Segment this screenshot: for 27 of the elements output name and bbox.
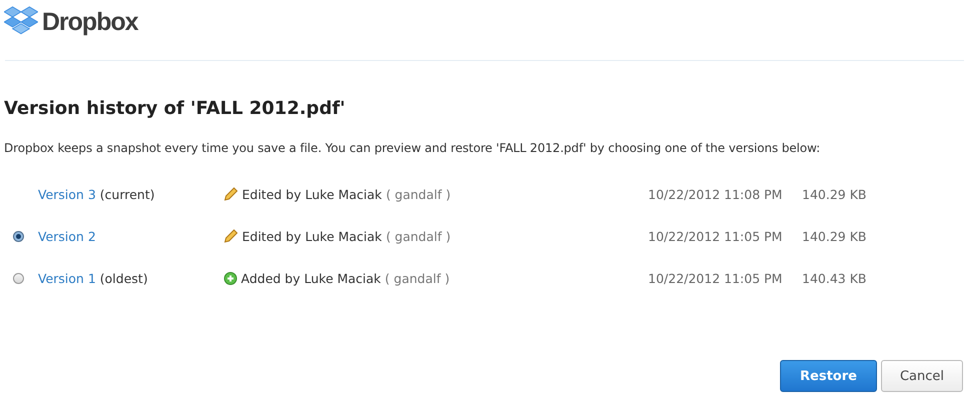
restore-button[interactable]: Restore bbox=[780, 360, 877, 392]
plus-icon bbox=[224, 272, 237, 284]
radio-button[interactable] bbox=[12, 272, 24, 284]
username: ( gandalf ) bbox=[386, 186, 451, 202]
logo-text: Dropbox bbox=[42, 8, 138, 36]
page-title: Version history of 'FALL 2012.pdf' bbox=[4, 98, 346, 119]
version-date: 10/22/2012 11:08 PM bbox=[648, 186, 782, 202]
pencil-icon bbox=[224, 229, 238, 243]
file-size: 140.43 KB bbox=[802, 270, 866, 286]
version-link[interactable]: Version 3 bbox=[38, 186, 96, 202]
editor-text: Added by Luke Maciak bbox=[241, 270, 381, 286]
radio-button[interactable] bbox=[12, 230, 24, 242]
username: ( gandalf ) bbox=[384, 270, 450, 286]
version-note: (oldest) bbox=[100, 270, 148, 286]
version-link[interactable]: Version 1 bbox=[38, 270, 96, 286]
version-date: 10/22/2012 11:05 PM bbox=[648, 228, 782, 244]
username: ( gandalf ) bbox=[386, 228, 451, 244]
version-note: (current) bbox=[100, 186, 155, 202]
file-size: 140.29 KB bbox=[802, 228, 866, 244]
file-size: 140.29 KB bbox=[802, 186, 866, 202]
pencil-icon bbox=[224, 187, 238, 201]
description: Dropbox keeps a snapshot every time you save a file. You can preview and restore 'FALL 2012.pdf' by choosing one of the versions below: bbox=[4, 141, 822, 155]
editor-text: Edited by Luke Maciak bbox=[242, 186, 382, 202]
cancel-button[interactable]: Cancel bbox=[880, 360, 963, 392]
version-link[interactable]: Version 2 bbox=[38, 228, 96, 244]
version-date: 10/22/2012 11:05 PM bbox=[648, 270, 782, 286]
editor-text: Edited by Luke Maciak bbox=[242, 228, 382, 244]
